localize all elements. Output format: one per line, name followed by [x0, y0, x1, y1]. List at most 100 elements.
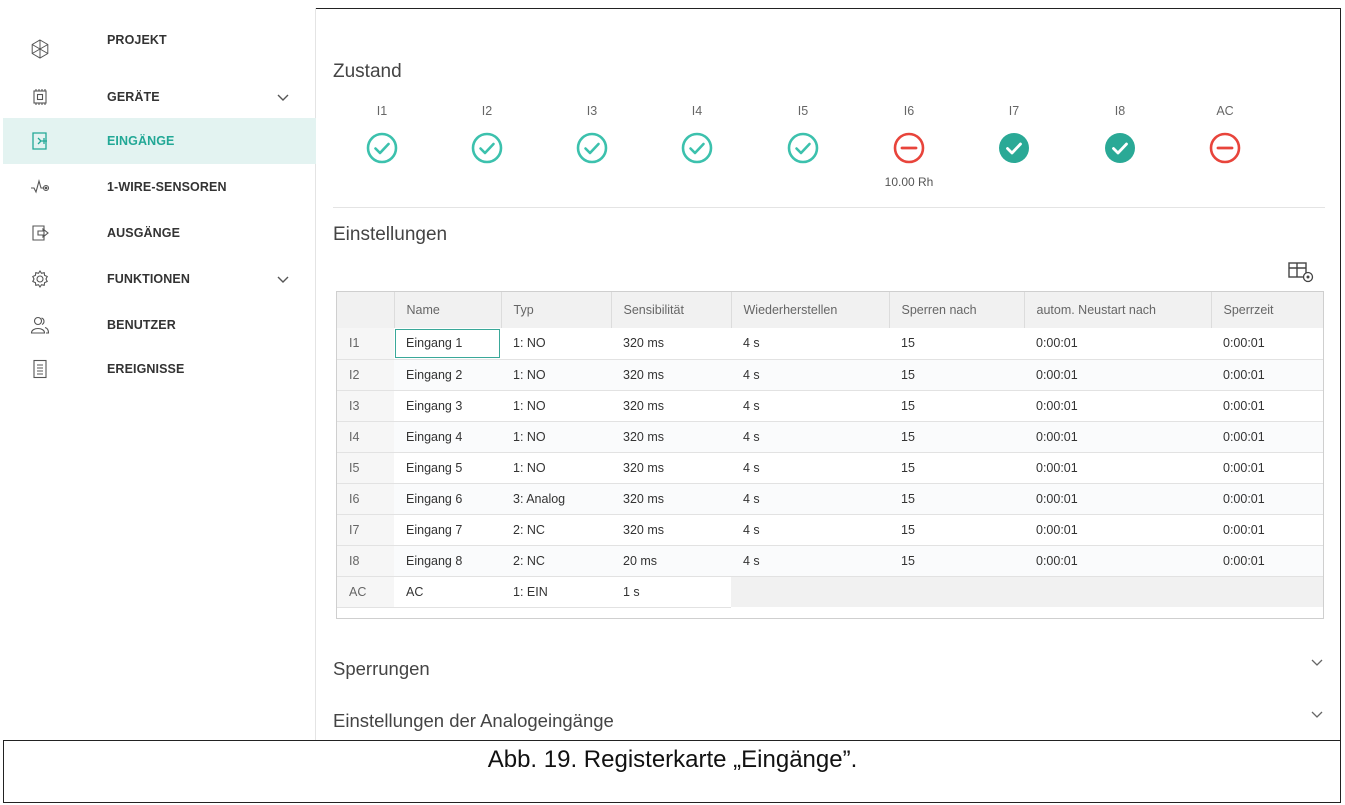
cell-auto-restart[interactable]: 0:00:01 [1024, 359, 1211, 391]
cell-lock-after[interactable]: 15 [889, 514, 1024, 546]
check-circle-icon [366, 132, 398, 164]
chevron-down-icon[interactable] [1309, 654, 1325, 670]
cell-restore[interactable]: 4 s [731, 421, 889, 453]
sidebar-item-ausgaenge[interactable]: AUSGÄNGE [3, 210, 316, 256]
cell-type[interactable]: 1: NO [501, 328, 611, 360]
cell-type[interactable]: 1: NO [501, 452, 611, 484]
table-settings-icon[interactable] [1287, 261, 1315, 283]
figure-caption: Abb. 19. Registerkarte „Eingänge”. [487, 746, 858, 773]
cell-sensitivity[interactable]: 1 s [611, 576, 731, 608]
section-analog-settings[interactable]: Einstellungen der Analogeingänge [333, 700, 1325, 740]
cell-restore[interactable]: 4 s [731, 514, 889, 546]
chevron-down-icon[interactable] [275, 271, 291, 287]
cell-auto-restart[interactable]: 0:00:01 [1024, 421, 1211, 453]
cell-name[interactable]: AC [394, 576, 501, 608]
cell-name[interactable]: Eingang 8 [394, 545, 501, 577]
cell-auto-restart[interactable]: 0:00:01 [1024, 514, 1211, 546]
chevron-down-icon[interactable] [1309, 706, 1325, 722]
sidebar-item-eingaenge[interactable]: EINGÄNGE [3, 118, 316, 164]
cell-lock-time[interactable]: 0:00:01 [1211, 452, 1323, 484]
cell-sensitivity[interactable]: 320 ms [611, 514, 731, 546]
cell-sensitivity[interactable]: 320 ms [611, 452, 731, 484]
column-header[interactable]: Sensibilität [610, 292, 731, 328]
cell-lock-time[interactable]: 0:00:01 [1211, 545, 1323, 577]
cell-name[interactable]: Eingang 3 [394, 390, 501, 422]
cell-lock-after[interactable]: 15 [889, 483, 1024, 515]
cell-sensitivity[interactable]: 320 ms [611, 483, 731, 515]
table-row: I7 Eingang 7 2: NC 320 ms 4 s 15 0:00:01… [337, 514, 1323, 546]
cell-lock-time[interactable]: 0:00:01 [1211, 483, 1323, 515]
sidebar-item-ereignisse[interactable]: EREIGNISSE [3, 346, 316, 392]
cell-lock-after[interactable]: 15 [889, 390, 1024, 422]
section-sperrungen[interactable]: Sperrungen [333, 648, 1325, 688]
cell-auto-restart[interactable]: 0:00:01 [1024, 545, 1211, 577]
cell-type[interactable]: 1: NO [501, 359, 611, 391]
cell-type[interactable]: 1: EIN [501, 576, 611, 608]
cell-restore[interactable]: 4 s [731, 390, 889, 422]
cell-type[interactable]: 2: NC [501, 514, 611, 546]
cell-restore[interactable]: 4 s [731, 328, 889, 360]
sidebar-item-label: GERÄTE [107, 90, 160, 104]
sidebar-item-funktionen[interactable]: FUNKTIONEN [3, 256, 316, 302]
cell-sensitivity[interactable]: 20 ms [611, 545, 731, 577]
sidebar-item-geraete[interactable]: GERÄTE [3, 74, 316, 120]
check-circle-icon [681, 132, 713, 164]
cell-restore[interactable]: 4 s [731, 359, 889, 391]
table-header-row: Name Typ Sensibilität Wiederherstellen S… [337, 292, 1323, 328]
cell-sensitivity[interactable]: 320 ms [611, 390, 731, 422]
cell-type[interactable]: 1: NO [501, 421, 611, 453]
column-header[interactable]: autom. Neustart nach [1023, 292, 1211, 328]
analog-value: 10.00 Rh [884, 175, 934, 189]
column-header [337, 292, 394, 328]
cell-name[interactable]: Eingang 1 [394, 328, 501, 360]
cell-sensitivity[interactable]: 320 ms [611, 359, 731, 391]
column-header[interactable]: Name [393, 292, 501, 328]
cell-auto-restart[interactable]: 0:00:01 [1024, 390, 1211, 422]
cell-name[interactable]: Eingang 2 [394, 359, 501, 391]
snowflake-icon [29, 38, 51, 60]
cell-auto-restart[interactable]: 0:00:01 [1024, 452, 1211, 484]
cell-auto-restart[interactable]: 0:00:01 [1024, 328, 1211, 360]
cell-lock-time[interactable]: 0:00:01 [1211, 390, 1323, 422]
column-header[interactable]: Sperren nach [888, 292, 1024, 328]
column-header[interactable]: Sperrzeit [1210, 292, 1323, 328]
cell-type[interactable]: 2: NC [501, 545, 611, 577]
cell-name[interactable]: Eingang 5 [394, 452, 501, 484]
cell-lock-after[interactable]: 15 [889, 452, 1024, 484]
cell-name[interactable]: Eingang 4 [394, 421, 501, 453]
sidebar: PROJEKT GERÄTE EINGÄNGE 1-WIRE-SENSOREN [3, 8, 316, 740]
row-label: AC [337, 576, 394, 608]
cell-restore[interactable]: 4 s [731, 483, 889, 515]
sidebar-item-benutzer[interactable]: BENUTZER [3, 302, 316, 348]
cell-name[interactable]: Eingang 6 [394, 483, 501, 515]
column-header[interactable]: Typ [500, 292, 611, 328]
cell-lock-time[interactable]: 0:00:01 [1211, 359, 1323, 391]
cell-restore[interactable]: 4 s [731, 452, 889, 484]
cell-name[interactable]: Eingang 7 [394, 514, 501, 546]
row-label: I7 [337, 514, 394, 546]
cell-lock-after[interactable]: 15 [889, 421, 1024, 453]
check-circle-icon [471, 132, 503, 164]
sidebar-item-label: AUSGÄNGE [107, 226, 181, 240]
table-row: I5 Eingang 5 1: NO 320 ms 4 s 15 0:00:01… [337, 452, 1323, 484]
cell-sensitivity[interactable]: 320 ms [611, 328, 731, 360]
column-header[interactable]: Wiederherstellen [730, 292, 889, 328]
state-item-i7: I7 [974, 104, 1054, 169]
cell-lock-after[interactable]: 15 [889, 545, 1024, 577]
cell-lock-time[interactable]: 0:00:01 [1211, 328, 1323, 360]
cell-lock-after[interactable]: 15 [889, 328, 1024, 360]
state-title: Zustand [333, 61, 402, 82]
sidebar-item-1-wire-sensoren[interactable]: 1-WIRE-SENSOREN [3, 164, 316, 210]
cell-lock-time[interactable]: 0:00:01 [1211, 514, 1323, 546]
cell-lock-after[interactable]: 15 [889, 359, 1024, 391]
cell-type[interactable]: 1: NO [501, 390, 611, 422]
cell-lock-time[interactable]: 0:00:01 [1211, 421, 1323, 453]
sidebar-item-projekt[interactable]: PROJEKT [3, 26, 316, 72]
chevron-down-icon[interactable] [275, 89, 291, 105]
cell-restore[interactable]: 4 s [731, 545, 889, 577]
sidebar-item-label: PROJEKT [107, 33, 167, 47]
cell-type[interactable]: 3: Analog [501, 483, 611, 515]
cell-auto-restart[interactable]: 0:00:01 [1024, 483, 1211, 515]
cell-sensitivity[interactable]: 320 ms [611, 421, 731, 453]
minus-circle-icon [893, 132, 925, 164]
